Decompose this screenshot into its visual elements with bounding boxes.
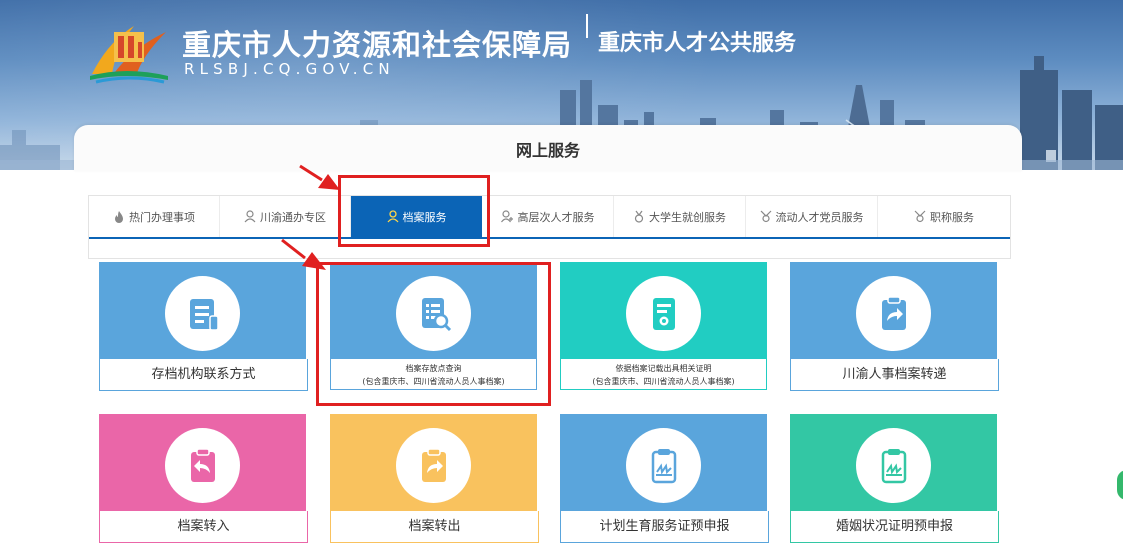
tab-label: 职称服务 xyxy=(930,210,974,224)
bureau-logo xyxy=(90,26,168,84)
badge-icon xyxy=(760,210,772,223)
card-title: 档案转入 xyxy=(99,511,308,543)
card-title: 存档机构联系方式 xyxy=(99,359,308,391)
tab-label: 大学生就创服务 xyxy=(649,210,726,224)
clipboard-forward-icon xyxy=(856,276,931,351)
user-icon xyxy=(387,210,399,223)
document-list-icon xyxy=(165,276,240,351)
badge-icon xyxy=(914,210,926,223)
tab-label: 档案服务 xyxy=(402,210,447,224)
card-title: 档案存放点查询 xyxy=(405,364,462,373)
tab-student-employment[interactable]: 大学生就创服务 xyxy=(614,196,746,237)
service-tab-bar: 热门办理事项 川渝通办专区 档案服务 高层次人才服务 大学生就创服务 流动人才党… xyxy=(88,195,1011,259)
card-subtitle: (包含重庆市、四川省流动人员人事档案) xyxy=(592,377,735,386)
user-plus-icon xyxy=(500,210,514,223)
tab-label: 高层次人才服务 xyxy=(517,210,595,224)
clipboard-forward-icon xyxy=(396,428,471,503)
tab-label: 流动人才党员服务 xyxy=(775,210,864,224)
tab-underline xyxy=(89,237,1010,239)
card-title: 婚姻状况证明预申报 xyxy=(790,511,999,543)
medal-icon xyxy=(633,210,645,223)
card-title: 依据档案记载出具相关证明 xyxy=(615,364,712,373)
panel-title: 网上服务 xyxy=(515,141,580,160)
user-icon xyxy=(244,210,256,223)
signed-clipboard-icon xyxy=(626,428,701,503)
card-title: 计划生育服务证预申报 xyxy=(560,511,769,543)
tab-label: 川渝通办专区 xyxy=(260,210,326,224)
certificate-icon xyxy=(626,276,701,351)
tab-title-service[interactable]: 职称服务 xyxy=(878,196,1010,237)
site-domain: RLSBJ.CQ.GOV.CN xyxy=(184,60,395,78)
document-search-icon xyxy=(396,276,471,351)
tab-sichuan-chongqing[interactable]: 川渝通办专区 xyxy=(220,196,351,237)
site-title: 重庆市人力资源和社会保障局 xyxy=(182,28,573,62)
floating-side-button[interactable] xyxy=(1117,470,1123,500)
card-title: 档案转出 xyxy=(330,511,539,543)
title-divider xyxy=(586,14,588,38)
signed-clipboard-icon xyxy=(856,428,931,503)
clipboard-back-icon xyxy=(165,428,240,503)
tab-party-member-service[interactable]: 流动人才党员服务 xyxy=(746,196,878,237)
tab-label: 热门办理事项 xyxy=(129,210,195,224)
card-title: 川渝人事档案转递 xyxy=(790,359,999,391)
card-subtitle: (包含重庆市、四川省流动人员人事档案) xyxy=(362,377,505,386)
fire-icon xyxy=(113,210,125,223)
tab-hot-items[interactable]: 热门办理事项 xyxy=(89,196,220,237)
sub-title: 重庆市人才公共服务 xyxy=(598,31,797,56)
tab-archive-service[interactable]: 档案服务 xyxy=(351,196,482,237)
tab-high-level-talent[interactable]: 高层次人才服务 xyxy=(482,196,614,237)
